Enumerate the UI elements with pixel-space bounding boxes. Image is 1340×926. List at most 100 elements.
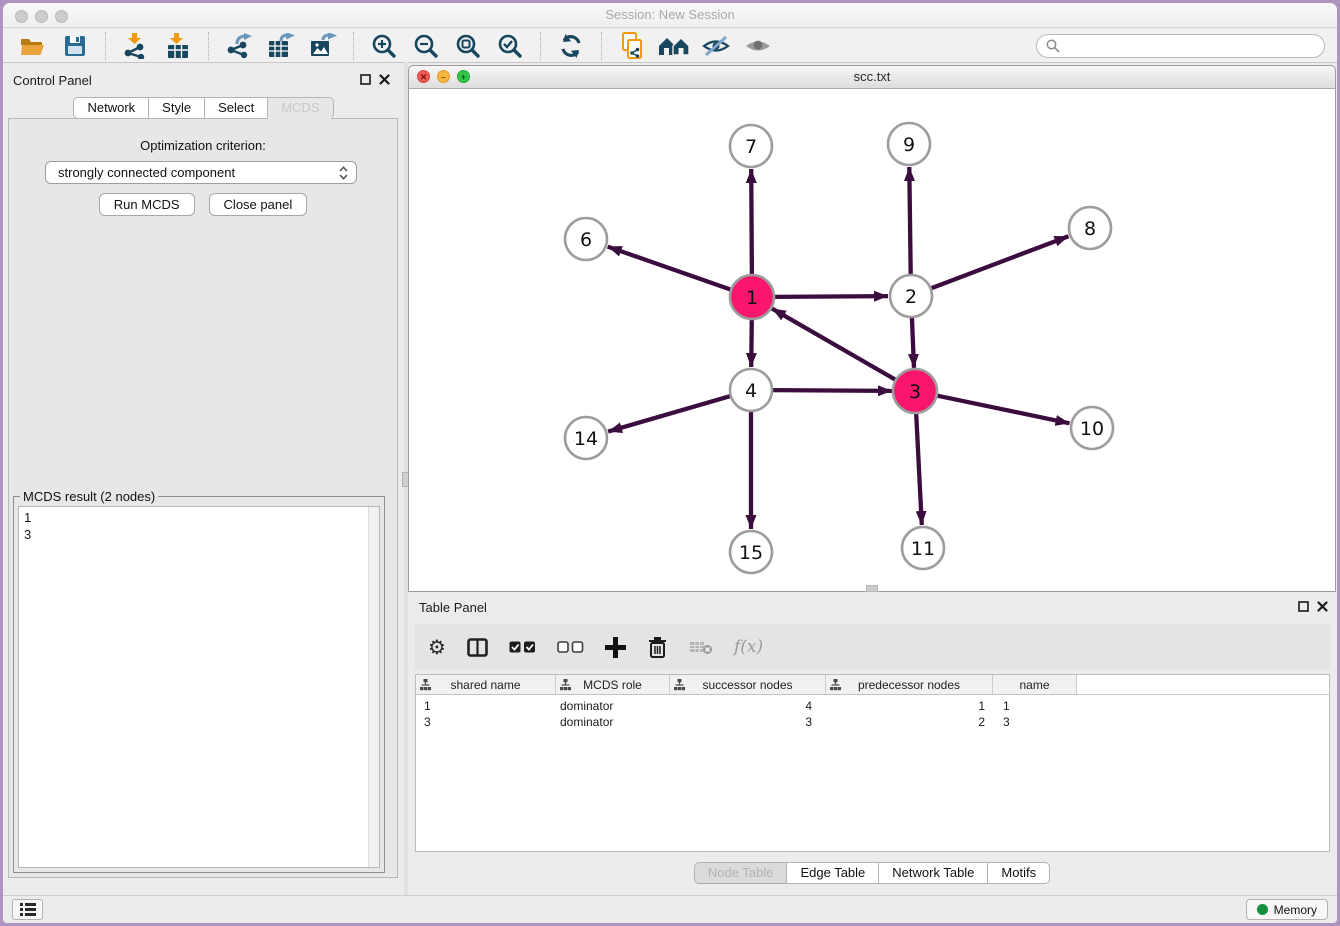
deselect-all-rows-icon[interactable] [557,641,584,653]
app-titlebar[interactable]: Session: New Session [3,3,1337,28]
new-network-from-selection-icon[interactable] [616,32,648,60]
table-panel-title: Table Panel [419,600,487,615]
open-session-icon[interactable] [17,32,49,60]
column-header-shared-name[interactable]: shared name [416,675,556,694]
zoom-fit-icon[interactable] [452,32,484,60]
svg-text:1: 1 [746,287,758,309]
graph-edge-3-1[interactable] [772,309,897,381]
table-row[interactable]: 3 dominator 3 2 3 [416,714,1329,730]
close-panel-button[interactable]: Close panel [209,193,308,216]
zoom-in-icon[interactable] [368,32,400,60]
tab-select[interactable]: Select [204,97,268,119]
graph-node-11[interactable]: 11 [902,527,944,569]
refresh-icon[interactable] [555,32,587,60]
column-header-predecessor-nodes[interactable]: predecessor nodes [826,675,993,694]
tab-motifs[interactable]: Motifs [987,862,1050,884]
graph-edge-4-14[interactable] [608,396,731,432]
network-canvas[interactable]: 1 2 3 4 6 7 8 9 10 11 14 15 [409,89,1335,591]
tab-style[interactable]: Style [148,97,205,119]
function-builder-icon[interactable]: f(x) [734,637,763,657]
zoom-out-icon[interactable] [410,32,442,60]
save-session-icon[interactable] [59,32,91,60]
graph-node-9[interactable]: 9 [888,123,930,165]
show-columns-icon[interactable] [467,638,488,657]
result-scrollbar[interactable] [368,507,379,867]
select-stepper-icon [339,166,348,180]
mcds-result-group: MCDS result (2 nodes) 1 3 [13,496,385,873]
search-input[interactable] [1065,36,1324,56]
graph-node-10[interactable]: 10 [1071,407,1113,449]
graph-edge-1-2[interactable] [773,296,888,297]
graph-edge-1-7[interactable] [751,169,752,276]
mcds-result-list[interactable]: 1 3 [18,506,380,868]
table-settings-icon[interactable]: ⚙ [428,637,446,657]
network-window-titlebar[interactable]: ✕ – + scc.txt [409,66,1335,89]
close-table-panel-icon[interactable] [1317,601,1328,612]
table-tabs: Node Table Edge Table Network Table Moti… [408,862,1336,884]
graph-node-3[interactable]: 3 [893,369,937,413]
select-all-rows-icon[interactable] [509,641,536,653]
memory-status-icon [1257,904,1268,915]
graph-node-6[interactable]: 6 [565,218,607,260]
hierarchy-icon [420,679,431,691]
memory-button[interactable]: Memory [1246,899,1328,920]
cell-mcds-role: dominator [556,699,670,713]
add-row-icon[interactable] [605,637,626,658]
run-mcds-button[interactable]: Run MCDS [99,193,195,216]
graph-node-15[interactable]: 15 [730,531,772,573]
task-history-button[interactable] [12,899,43,920]
graph-edge-2-3[interactable] [912,317,914,368]
import-table-icon[interactable] [162,32,194,60]
import-network-icon[interactable] [120,32,152,60]
tab-mcds[interactable]: MCDS [267,97,333,119]
delete-table-icon[interactable] [689,639,713,655]
export-network-icon[interactable] [223,32,255,60]
cell-mcds-role: dominator [556,715,670,729]
graph-edge-1-4[interactable] [751,318,752,367]
first-neighbors-icon[interactable] [658,32,690,60]
hierarchy-icon [560,679,571,691]
graph-edge-4-3[interactable] [772,390,892,391]
export-table-icon[interactable] [265,32,297,60]
float-panel-icon[interactable] [360,74,371,85]
result-line: 3 [19,526,379,543]
criterion-value: strongly connected component [58,165,339,180]
node-table[interactable]: shared name MCDS role successor nodes pr… [415,674,1330,852]
close-panel-icon[interactable] [379,74,390,85]
hierarchy-icon [674,679,685,691]
graph-edge-2-8[interactable] [931,236,1069,288]
graph-edge-2-9[interactable] [909,167,910,275]
graph-node-2[interactable]: 2 [890,275,932,317]
tab-network-table[interactable]: Network Table [878,862,988,884]
graph-node-14[interactable]: 14 [565,417,607,459]
graph-edge-1-6[interactable] [608,247,733,291]
search-field[interactable] [1036,34,1325,58]
toolbar-separator [601,32,602,60]
search-icon [1046,39,1060,53]
tab-edge-table[interactable]: Edge Table [786,862,879,884]
show-all-icon[interactable] [742,32,774,60]
tab-node-table[interactable]: Node Table [694,862,788,884]
column-header-name[interactable]: name [993,675,1077,694]
svg-text:8: 8 [1084,218,1096,240]
column-header-mcds-role[interactable]: MCDS role [556,675,670,694]
export-image-icon[interactable] [307,32,339,60]
criterion-select[interactable]: strongly connected component [45,161,357,184]
graph-node-7[interactable]: 7 [730,125,772,167]
column-header-successor-nodes[interactable]: successor nodes [670,675,826,694]
canvas-resize-handle[interactable] [866,585,878,592]
graph-node-1[interactable]: 1 [730,275,774,319]
graph-node-4[interactable]: 4 [730,369,772,411]
svg-text:3: 3 [909,381,921,403]
table-row[interactable]: 1 dominator 4 1 1 [416,698,1329,714]
tab-network[interactable]: Network [73,97,149,119]
float-table-panel-icon[interactable] [1298,601,1309,612]
svg-text:10: 10 [1080,418,1104,440]
hide-selected-icon[interactable] [700,32,732,60]
svg-text:11: 11 [911,538,935,560]
delete-row-icon[interactable] [647,636,668,658]
zoom-selected-icon[interactable] [494,32,526,60]
graph-node-8[interactable]: 8 [1069,207,1111,249]
graph-edge-3-10[interactable] [936,395,1070,423]
graph-edge-3-11[interactable] [916,412,922,525]
